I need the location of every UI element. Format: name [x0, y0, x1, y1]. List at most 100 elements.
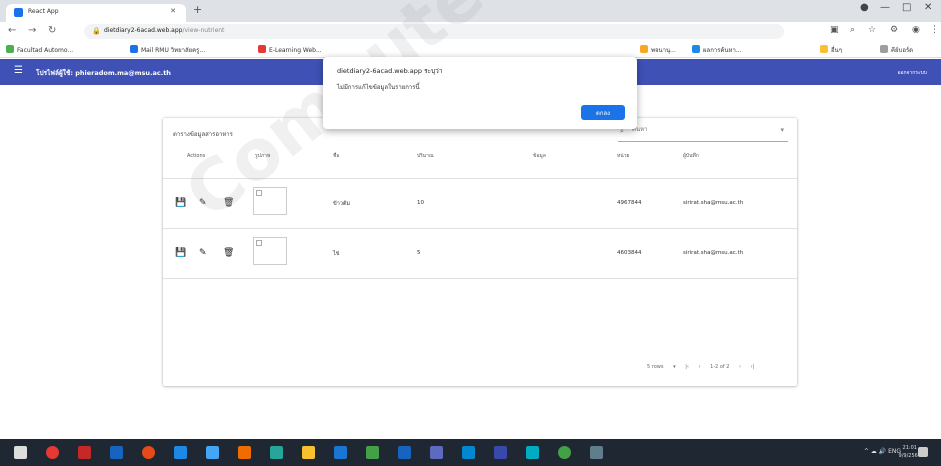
pagination: 5 rows ▾ |‹ ‹ 1-2 of 2 › ›| [647, 364, 754, 370]
profile-icon[interactable]: ● [860, 2, 869, 13]
nutrient-table-card: ตารางข้อมูลสารอาหาร ⌕ ▾ Actions รูปภาพ ช… [163, 118, 797, 386]
address-toolbar: ← → ↻ 🔒 dietdiary2-6acad.web.app/view-nu… [0, 22, 941, 42]
edit-pencil-icon[interactable]: ✎ [199, 248, 207, 258]
table-row: 💾 ✎ 🗑 ไข่ 5 4603844 sirirat.sha@msu.ac.t… [163, 229, 797, 277]
bookmarks-bar: Facultad Automo... Mail RMU วิทยาลัยครู.… [0, 42, 941, 58]
logout-button[interactable]: ออกจากระบบ [897, 69, 927, 77]
edit-pencil-icon[interactable]: ✎ [199, 198, 207, 208]
browser-tab[interactable]: React App ✕ [6, 4, 186, 22]
start-icon[interactable] [14, 446, 27, 459]
chrome-icon[interactable] [558, 446, 571, 459]
app-title: โปรไฟล์ผู้ใช้: phieradom.ma@msu.ac.th [36, 69, 171, 77]
forward-icon[interactable]: → [28, 25, 36, 36]
close-window-icon[interactable]: ✕ [924, 2, 932, 13]
tab-title: React App [28, 8, 59, 15]
column-header-info[interactable]: ข้อมูล [533, 153, 546, 160]
windows-taskbar: ^ ☁ 🔊 ENG 21:01 9/9/2564 [0, 439, 941, 466]
url-bar[interactable]: 🔒 dietdiary2-6acad.web.app/view-nutrient [84, 24, 784, 39]
close-tab-icon[interactable]: ✕ [170, 7, 176, 15]
hamburger-menu-icon[interactable]: ☰ [14, 65, 23, 76]
app-icon[interactable] [366, 446, 379, 459]
app-icon[interactable] [398, 446, 411, 459]
card-title: ตารางข้อมูลสารอาหาร [173, 131, 233, 138]
extension-icon[interactable]: ▣ [830, 25, 839, 35]
last-page-icon[interactable]: ›| [751, 364, 755, 370]
cell-name: ไข่ [333, 251, 340, 257]
chevron-down-icon[interactable]: ▾ [780, 126, 784, 134]
url-path: /view-nutrient [182, 27, 225, 34]
system-tray[interactable]: ^ ☁ 🔊 ENG [864, 448, 901, 455]
column-header-name[interactable]: ชื่อ [333, 153, 339, 160]
dialog-message: ไม่มีการแก้ไขข้อมูลในรายการนี้ [337, 84, 420, 91]
bookmark-icon [130, 45, 138, 53]
cell-recorder-email: sirirat.sha@msu.ac.th [683, 250, 744, 256]
app-icon[interactable] [46, 446, 59, 459]
column-header-image[interactable]: รูปภาพ [255, 153, 270, 160]
browser-tab-bar: React App ✕ + ● — □ ✕ [0, 0, 941, 22]
first-page-icon[interactable]: |‹ [685, 364, 689, 370]
app-icon[interactable] [430, 446, 443, 459]
table-row: 💾 ✎ 🗑 ข้าวต้ม 10 4967844 sirirat.sha@msu… [163, 179, 797, 227]
column-header-actions[interactable]: Actions [187, 153, 205, 160]
zoom-icon[interactable]: ⌕ [850, 25, 855, 35]
broken-image-icon [256, 240, 262, 246]
page-range: 1-2 of 2 [710, 364, 730, 370]
app-icon[interactable] [334, 446, 347, 459]
cell-unit: 4603844 [617, 250, 642, 256]
app-icon[interactable] [270, 446, 283, 459]
extensions-puzzle-icon[interactable]: ⚙ [890, 25, 898, 35]
app-icon[interactable] [174, 446, 187, 459]
bookmark-item[interactable]: Mail RMU วิทยาลัยครู... [130, 45, 205, 55]
avatar-icon[interactable]: ◉ [912, 25, 920, 35]
back-icon[interactable]: ← [8, 25, 16, 36]
minimize-icon[interactable]: — [880, 2, 890, 13]
notification-icon[interactable] [918, 447, 928, 457]
save-icon[interactable]: 💾 [175, 198, 186, 208]
column-header-quantity[interactable]: ปริมาณ [417, 153, 434, 160]
cell-recorder-email: sirirat.sha@msu.ac.th [683, 200, 744, 206]
dialog-origin: dietdiary2-6acad.web.app ระบุว่า [337, 67, 443, 75]
menu-dots-icon[interactable]: ⋮ [930, 25, 939, 35]
bookmark-item[interactable]: E-Learning Web... [258, 45, 322, 54]
delete-trash-icon[interactable]: 🗑 [223, 248, 234, 258]
cell-quantity: 5 [417, 250, 421, 256]
bookmark-icon [640, 45, 648, 53]
app-icon[interactable] [462, 446, 475, 459]
column-header-recorder[interactable]: ผู้บันทึก [683, 153, 699, 160]
app-icon[interactable] [78, 446, 91, 459]
app-icon[interactable] [590, 446, 603, 459]
bookmark-item[interactable]: อื่นๆ [820, 45, 842, 55]
next-page-icon[interactable]: › [739, 364, 741, 370]
search-input[interactable] [632, 126, 772, 133]
rows-per-page-select[interactable]: 5 rows [647, 364, 663, 370]
column-header-unit[interactable]: หน่วย [617, 153, 629, 160]
bookmark-icon [820, 45, 828, 53]
delete-trash-icon[interactable]: 🗑 [223, 198, 234, 208]
save-icon[interactable]: 💾 [175, 248, 186, 258]
maximize-icon[interactable]: □ [902, 2, 911, 13]
reload-icon[interactable]: ↻ [48, 25, 56, 36]
food-image-thumbnail [253, 237, 287, 265]
lock-icon: 🔒 [92, 27, 101, 35]
chevron-down-icon[interactable]: ▾ [673, 364, 676, 370]
bookmark-item[interactable]: คีย์บอร์ด [880, 45, 913, 55]
cell-name: ข้าวต้ม [333, 201, 351, 207]
star-icon[interactable]: ☆ [868, 25, 876, 35]
bookmark-item[interactable]: พจนานุ... [640, 45, 676, 55]
broken-image-icon [256, 190, 262, 196]
bookmark-icon [258, 45, 266, 53]
prev-page-icon[interactable]: ‹ [698, 364, 700, 370]
app-icon[interactable] [238, 446, 251, 459]
bookmark-item[interactable]: Facultad Automo... [6, 45, 73, 54]
app-icon[interactable] [494, 446, 507, 459]
app-icon[interactable] [110, 446, 123, 459]
search-field[interactable]: ⌕ ▾ [618, 122, 788, 142]
ok-button[interactable]: ตกลง [581, 105, 625, 120]
app-icon[interactable] [206, 446, 219, 459]
app-icon[interactable] [142, 446, 155, 459]
file-explorer-icon[interactable] [302, 446, 315, 459]
bookmark-item[interactable]: ผลการค้นหา... [692, 45, 742, 55]
row-divider [163, 278, 797, 279]
new-tab-icon[interactable]: + [193, 3, 202, 16]
app-icon[interactable] [526, 446, 539, 459]
